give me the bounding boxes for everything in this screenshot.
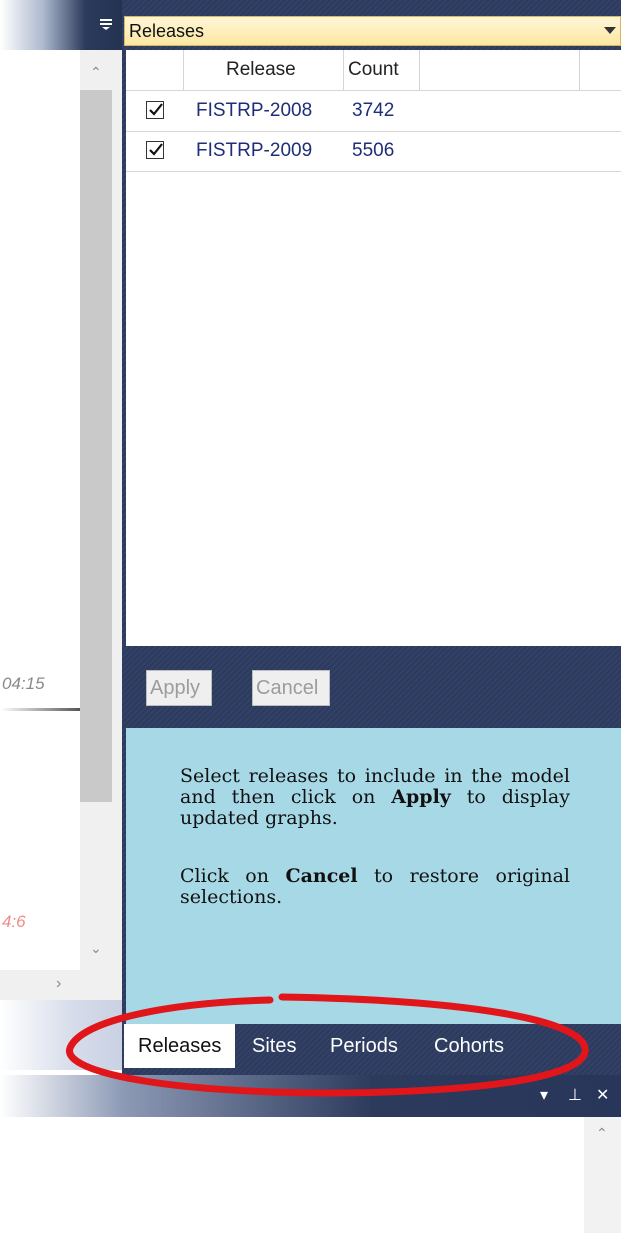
tab-releases[interactable]: Releases [124, 1024, 236, 1068]
left-footer-band [0, 1000, 122, 1070]
count-cell: 3742 [352, 100, 395, 121]
scrollbar-thumb[interactable] [80, 90, 112, 802]
horizontal-scrollbar[interactable]: › [0, 970, 122, 1000]
pin-icon[interactable]: ⊥ [568, 1085, 582, 1105]
row-checkbox[interactable] [146, 141, 164, 159]
scroll-up-icon[interactable]: ⌃ [596, 1125, 608, 1142]
release-cell: FISTRP-2009 [196, 140, 313, 161]
table-row[interactable]: FISTRP-2009 5506 [126, 131, 621, 172]
close-icon[interactable]: ✕ [596, 1085, 609, 1105]
header-count[interactable]: Count [344, 50, 420, 90]
releases-grid: Release Count FISTRP-2008 3742 FISTRP-20… [126, 50, 621, 646]
tab-sites[interactable]: Sites [252, 1024, 296, 1068]
vertical-scrollbar[interactable]: ⌃ ⌄ [80, 50, 122, 970]
scroll-up-icon[interactable]: ⌃ [90, 64, 102, 81]
header-spacer [420, 50, 580, 90]
checkmark-icon [149, 143, 163, 156]
window-menu-icon[interactable]: ▾ [540, 1085, 548, 1105]
count-cell: 5506 [352, 140, 395, 161]
header-check-column [126, 50, 184, 90]
grid-header: Release Count [126, 50, 621, 91]
tab-periods[interactable]: Periods [330, 1024, 398, 1068]
cancel-button[interactable]: Cancel [252, 670, 330, 706]
bottom-panel-content: ⌃ [0, 1117, 621, 1233]
apply-button[interactable]: Apply [146, 670, 212, 706]
view-selector-dropdown[interactable]: Releases [124, 16, 621, 46]
releases-panel: Releases Release Count FISTRP-2008 3742 [122, 0, 621, 1075]
header-count-label: Count [348, 59, 399, 80]
header-release-label: Release [226, 59, 296, 80]
left-content-area: 04:15 4:6 [0, 50, 80, 970]
row-checkbox[interactable] [146, 101, 164, 119]
panel-tabs: Releases Sites Periods Cohorts [122, 1024, 621, 1070]
checkmark-icon [149, 103, 163, 116]
help-panel: Select releases to include in the model … [126, 728, 621, 1024]
release-cell: FISTRP-2008 [196, 100, 313, 121]
bottom-panel-header: ▾ ⊥ ✕ [0, 1075, 621, 1117]
help-text-apply: Select releases to include in the model … [180, 765, 570, 829]
header-release[interactable]: Release [184, 50, 344, 90]
scroll-right-icon[interactable]: › [56, 975, 61, 993]
dropdown-value: Releases [129, 21, 205, 41]
menu-icon[interactable] [100, 18, 112, 30]
divider [0, 708, 80, 711]
left-panel-header [0, 0, 122, 50]
tab-cohorts[interactable]: Cohorts [434, 1024, 504, 1068]
time-label-alert: 4:6 [2, 912, 26, 931]
vertical-scrollbar[interactable]: ⌃ [584, 1117, 621, 1233]
help-text-cancel: Click on Cancel to restore original sele… [180, 865, 570, 908]
dropdown-caret-icon[interactable] [604, 27, 616, 34]
time-label: 04:15 [2, 674, 45, 693]
table-row[interactable]: FISTRP-2008 3742 [126, 91, 621, 132]
scroll-down-icon[interactable]: ⌄ [90, 940, 102, 957]
